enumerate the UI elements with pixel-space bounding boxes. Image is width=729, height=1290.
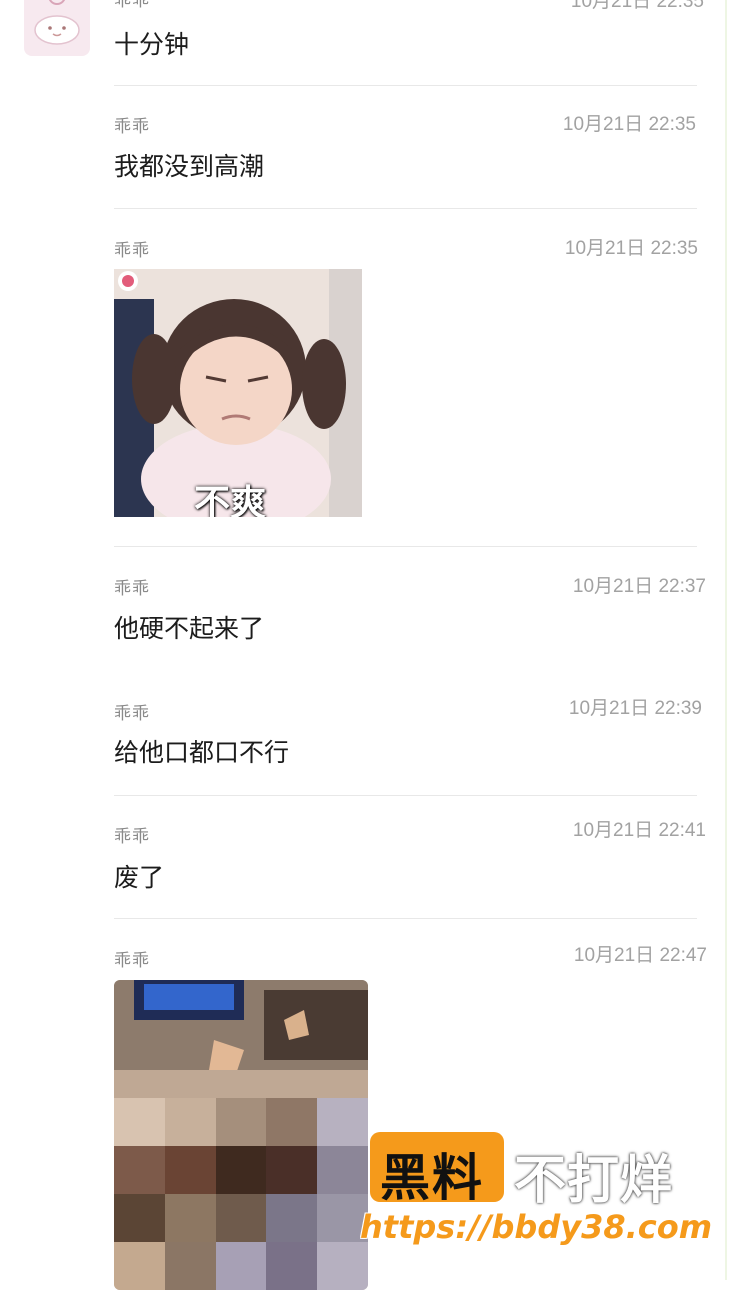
sender-name: 乖乖 bbox=[114, 951, 150, 971]
divider bbox=[114, 208, 697, 209]
message-item[interactable]: 乖乖 10月21日 22:35 十分钟 bbox=[114, 0, 704, 76]
message-time: 10月21日 22:37 bbox=[572, 576, 706, 597]
watermark-url: https://bbdy38.com bbox=[360, 1208, 713, 1246]
message-time: 10月21日 22:47 bbox=[573, 945, 707, 966]
sender-name: 乖乖 bbox=[114, 0, 150, 11]
photo-scene bbox=[114, 980, 368, 1100]
message-time: 10月21日 22:41 bbox=[572, 820, 706, 841]
divider bbox=[114, 918, 697, 919]
sender-name: 乖乖 bbox=[114, 241, 150, 261]
sender-name: 乖乖 bbox=[114, 827, 150, 847]
right-edge-line bbox=[725, 0, 727, 1280]
message-item[interactable]: 乖乖 10月21日 22:37 他硬不起来了 bbox=[114, 571, 706, 651]
divider bbox=[114, 85, 697, 86]
message-text: 我都没到高潮 bbox=[114, 152, 265, 181]
photo-image[interactable] bbox=[114, 980, 368, 1290]
sender-name: 乖乖 bbox=[114, 117, 150, 137]
cartoon-avatar-icon bbox=[34, 0, 80, 45]
pixelated-region bbox=[114, 1098, 368, 1290]
avatar[interactable] bbox=[24, 0, 90, 56]
message-text: 废了 bbox=[114, 863, 165, 892]
sender-name: 乖乖 bbox=[114, 704, 150, 724]
message-text: 十分钟 bbox=[114, 30, 190, 59]
watermark-slogan: 不打烊 bbox=[514, 1151, 674, 1211]
sticker-caption: 不爽 bbox=[194, 483, 267, 517]
sender-name: 乖乖 bbox=[114, 579, 150, 599]
message-item[interactable]: 乖乖 10月21日 22:41 废了 bbox=[114, 815, 706, 895]
message-time: 10月21日 22:35 bbox=[562, 114, 696, 135]
watermark-brand: 黑料 bbox=[380, 1149, 484, 1207]
sticker-image[interactable]: 不爽 bbox=[114, 269, 362, 517]
message-item[interactable]: 乖乖 10月21日 22:39 给他口都口不行 bbox=[114, 693, 704, 773]
message-item[interactable]: 乖乖 10月21日 22:35 bbox=[114, 233, 704, 263]
watermark: 黑料 不打烊 https://bbdy38.com bbox=[360, 1128, 716, 1268]
divider bbox=[114, 795, 697, 796]
message-item[interactable]: 乖乖 10月21日 22:47 bbox=[114, 940, 707, 971]
message-time: 10月21日 22:39 bbox=[568, 698, 702, 719]
divider bbox=[114, 546, 697, 547]
message-item[interactable]: 乖乖 10月21日 22:35 我都没到高潮 bbox=[114, 109, 704, 199]
message-time: 10月21日 22:35 bbox=[570, 0, 704, 12]
message-text: 他硬不起来了 bbox=[114, 614, 265, 643]
message-text: 给他口都口不行 bbox=[114, 738, 290, 767]
message-time: 10月21日 22:35 bbox=[564, 238, 698, 259]
